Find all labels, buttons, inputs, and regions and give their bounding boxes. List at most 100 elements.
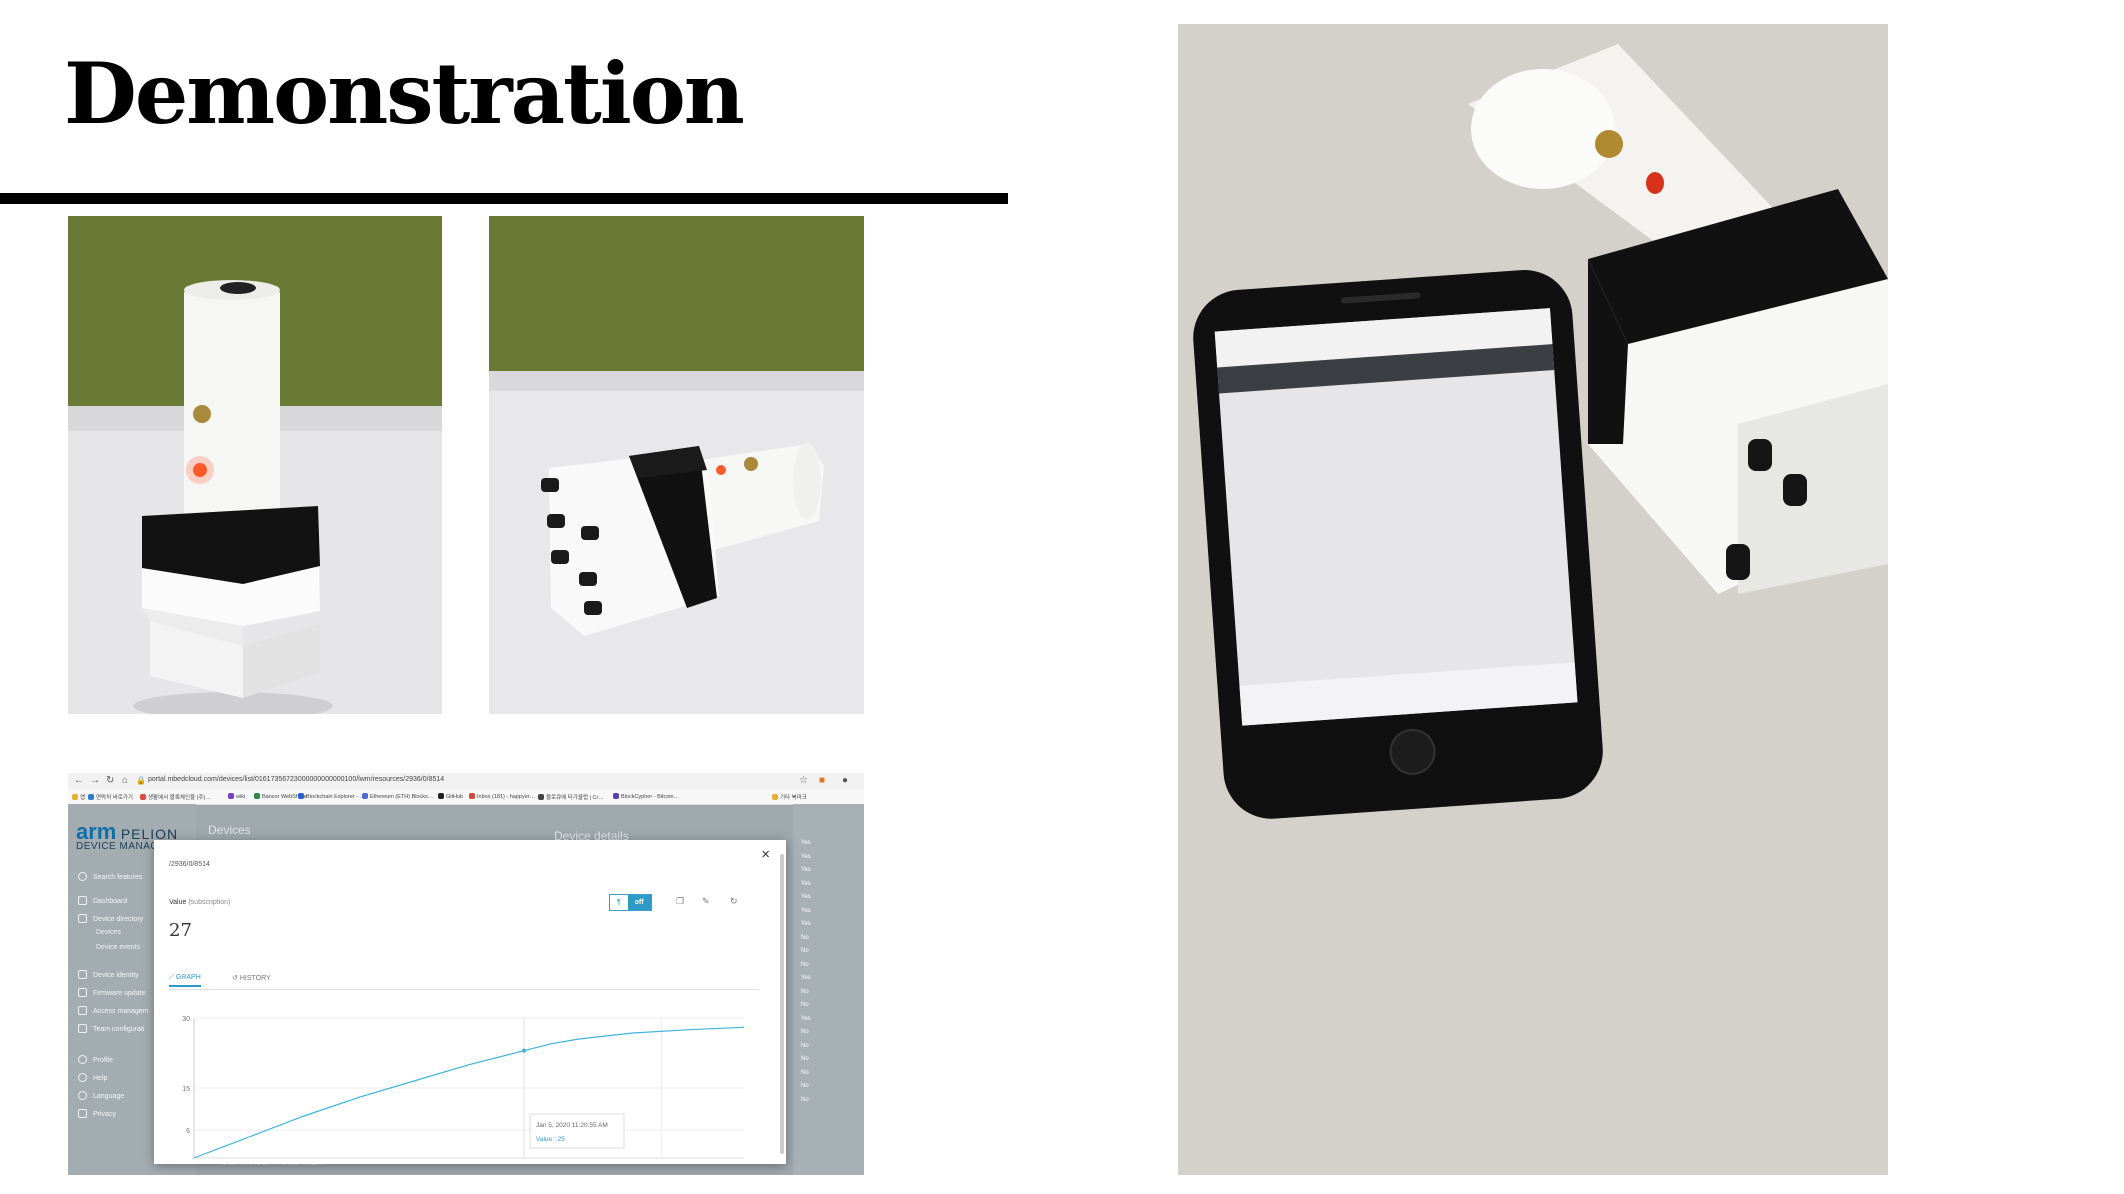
y-tick-label: 15 xyxy=(182,1086,190,1093)
yes-no-cell: No xyxy=(801,934,809,941)
pelion-portal-screenshot: ← → ↻ ⌂ 🔒 portal.mbedcloud.com/devices/l… xyxy=(68,773,864,1175)
bookmark-item[interactable]: 블로큐에 타가클럽 | Cr… xyxy=(538,793,604,801)
yes-no-cell: No xyxy=(801,1029,809,1035)
yes-no-cell: Yes xyxy=(801,921,811,927)
toggle-off-option[interactable]: off xyxy=(627,895,651,910)
graph-icon: ⟋ xyxy=(169,974,176,981)
toggle-on-option[interactable]: ¶ xyxy=(610,895,628,910)
sidebar-item-privacy[interactable]: Privacy xyxy=(78,1109,116,1118)
bookmark-item[interactable]: Inbox (181) - happyer… xyxy=(469,793,535,800)
forward-icon[interactable]: → xyxy=(90,775,100,786)
profile-icon[interactable]: ● xyxy=(842,775,848,786)
modal-scrollbar[interactable] xyxy=(780,854,784,1154)
yes-no-cell: Yes xyxy=(801,867,811,873)
sidebar-sub-device-events[interactable]: Device events xyxy=(96,944,140,951)
bookmark-icon xyxy=(362,793,368,799)
bookmark-item[interactable]: 기타 북마크 xyxy=(772,793,807,801)
bookmark-item[interactable]: 생활에서 블록체인을 (주)… xyxy=(140,793,211,801)
yes-no-cell: No xyxy=(801,988,809,995)
sidebar-sub-devices[interactable]: Devices xyxy=(96,929,121,936)
yes-no-cell: No xyxy=(801,1096,809,1103)
observe-toggle[interactable]: ¶ off xyxy=(609,894,652,911)
tooltip-value: Value : 25 xyxy=(536,1136,565,1143)
help-icon xyxy=(78,1073,87,1082)
yes-no-cell: No xyxy=(801,1042,809,1049)
bookmark-icon xyxy=(254,793,260,799)
search-icon xyxy=(78,872,87,881)
reload-icon[interactable]: ↻ xyxy=(106,775,114,786)
bookmark-item[interactable]: Ethereum (ETH) Blocks… xyxy=(362,793,433,800)
tooltip-date: Jan 5, 2020 11:20:55 AM xyxy=(536,1122,608,1129)
refresh-icon[interactable]: ↻ xyxy=(730,896,738,907)
address-bar[interactable]: portal.mbedcloud.com/devices/list/016173… xyxy=(148,776,444,783)
globe-icon xyxy=(78,1091,87,1100)
bookmark-item[interactable]: GitHub xyxy=(438,793,463,800)
bookmark-icon xyxy=(469,793,475,799)
bookmark-icon xyxy=(88,794,94,800)
sidebar-item-profile[interactable]: Profile xyxy=(78,1055,113,1064)
bookmark-item[interactable]: Blockchain Explorer - … xyxy=(298,793,365,800)
user-icon xyxy=(78,1055,87,1064)
yes-no-cell: Yes xyxy=(801,840,811,846)
bookmark-item[interactable]: wiki xyxy=(228,793,245,800)
tabs-divider xyxy=(169,989,759,990)
tab-graph[interactable]: ⟋ GRAPH xyxy=(169,974,201,987)
bookmark-icon xyxy=(140,794,146,800)
search-features[interactable]: Search features xyxy=(78,872,142,881)
yes-no-cell: No xyxy=(801,1056,809,1062)
yes-no-cell: No xyxy=(801,1002,809,1008)
bookmark-icon xyxy=(772,794,778,800)
device-details-column: Yes Yes Yes Yes Yes Yes Yes No No No Yes No No Yes No N… xyxy=(793,804,864,1175)
yes-no-cell: Yes xyxy=(801,975,811,981)
resource-modal: /2936/0/8514 × Value (subscription) 27 ¶… xyxy=(154,840,786,1164)
sidebar-item-access-management[interactable]: Access managem xyxy=(78,1006,149,1015)
sidebar-item-language[interactable]: Language xyxy=(78,1091,124,1100)
sidebar-item-dashboard[interactable]: Dashboard xyxy=(78,896,127,905)
bookmark-icon xyxy=(438,793,444,799)
close-icon[interactable]: × xyxy=(761,846,770,863)
bookmark-item[interactable]: 앱 xyxy=(72,793,85,801)
photo-device-upright xyxy=(68,216,442,714)
bookmark-item[interactable]: BlockCypher - Bitcoin… xyxy=(613,793,679,800)
bookmark-icon xyxy=(613,793,619,799)
directory-icon xyxy=(78,914,87,923)
back-icon[interactable]: ← xyxy=(74,775,84,786)
yes-no-cell: Yes xyxy=(801,1015,811,1022)
yes-no-cell: No xyxy=(801,1069,809,1076)
yes-no-cell: Yes xyxy=(801,907,811,914)
bookmark-icon xyxy=(298,793,304,799)
bookmark-icon xyxy=(538,794,544,800)
sidebar-item-device-identity[interactable]: Device identity xyxy=(78,970,139,979)
key-icon xyxy=(78,1006,87,1015)
title-underline xyxy=(0,193,1008,204)
y-tick-label: 30 xyxy=(182,1016,190,1023)
yes-no-cell: No xyxy=(801,961,809,968)
copy-icon[interactable]: ❐ xyxy=(676,896,684,907)
devices-heading: Devices xyxy=(208,823,251,837)
dashboard-icon xyxy=(78,896,87,905)
edit-icon[interactable]: ✎ xyxy=(702,896,710,907)
team-icon xyxy=(78,1024,87,1033)
browser-toolbar: ← → ↻ ⌂ 🔒 portal.mbedcloud.com/devices/l… xyxy=(68,773,864,791)
sidebar-item-firmware-update[interactable]: Firmware update xyxy=(78,988,146,997)
sidebar-item-team-configuration[interactable]: Team configurati xyxy=(78,1024,144,1033)
yes-no-cell: No xyxy=(801,1083,809,1089)
photo-phone-and-device xyxy=(1178,24,1888,1175)
bookmarks-bar: 앱 연락처 바로가기 생활에서 블록체인을 (주)… wiki Bancor WebSh… xyxy=(68,790,864,805)
home-icon[interactable]: ⌂ xyxy=(122,775,128,786)
sidebar-item-help[interactable]: Help xyxy=(78,1073,107,1082)
star-icon[interactable]: ☆ xyxy=(799,775,808,786)
tab-history[interactable]: ↺ HISTORY xyxy=(232,974,271,985)
extension-icon[interactable]: ■ xyxy=(819,775,825,786)
y-tick-label: 6 xyxy=(186,1128,190,1135)
resource-path: /2936/0/8514 xyxy=(169,861,210,868)
slide-title: Demonstration xyxy=(64,44,745,143)
history-icon: ↺ xyxy=(232,975,240,982)
resource-value: 27 xyxy=(169,920,192,941)
bookmark-item[interactable]: 연락처 바로가기 xyxy=(88,793,133,801)
firmware-icon xyxy=(78,988,87,997)
sidebar-item-device-directory[interactable]: Device directory xyxy=(78,914,143,923)
lock-icon: 🔒 xyxy=(136,776,146,785)
hover-point xyxy=(522,1048,526,1053)
privacy-icon xyxy=(78,1109,87,1118)
